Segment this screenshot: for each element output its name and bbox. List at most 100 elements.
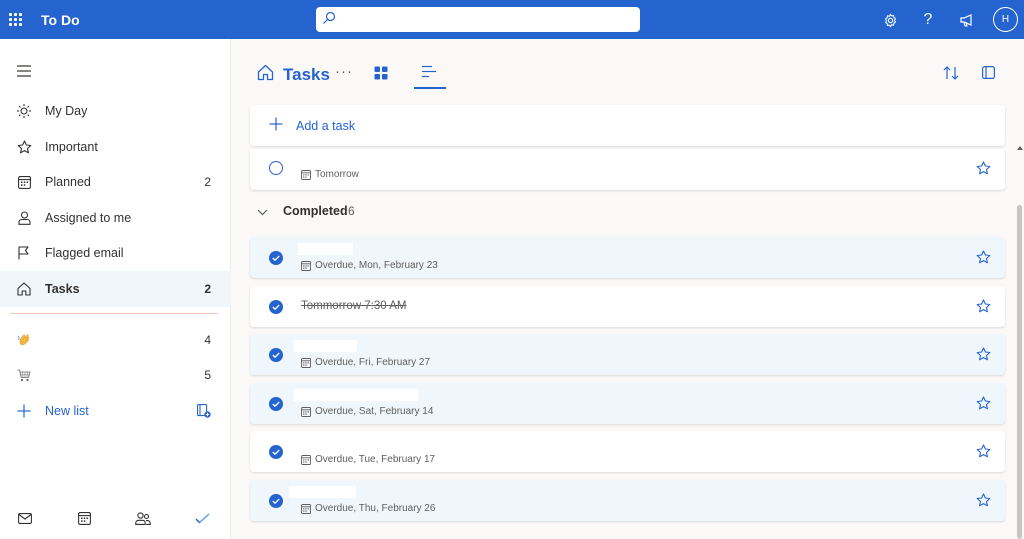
menu-icon[interactable] xyxy=(17,65,31,80)
chevron-down-icon xyxy=(257,204,268,219)
new-group-icon[interactable] xyxy=(196,403,212,419)
app-launcher-icon[interactable] xyxy=(9,13,22,26)
completed-label: Completed xyxy=(283,204,348,218)
completed-task-item[interactable]: Overdue, Tue, February 17 xyxy=(250,431,1005,472)
list-view-button[interactable] xyxy=(414,65,446,89)
sidebar-item-label: Assigned to me xyxy=(45,211,132,225)
calendar-icon xyxy=(16,174,32,190)
calendar-icon xyxy=(301,503,311,514)
star-icon[interactable] xyxy=(976,299,991,316)
calendar-app-icon[interactable] xyxy=(76,510,92,526)
completed-task-item[interactable]: Overdue, Thu, February 26 xyxy=(250,480,1005,521)
sidebar-item-count: 4 xyxy=(204,333,211,347)
star-icon[interactable] xyxy=(976,347,991,364)
star-icon[interactable] xyxy=(976,161,991,178)
home-icon xyxy=(257,64,274,84)
sidebar-item-count: 2 xyxy=(204,175,211,189)
task-due: Tomorrow xyxy=(301,169,359,180)
sidebar-item-count: 2 xyxy=(204,282,211,296)
sidebar-footer xyxy=(0,497,231,539)
app-title[interactable]: To Do xyxy=(41,12,80,28)
task-title xyxy=(298,243,353,255)
sidebar-item-label: Tasks xyxy=(45,282,80,296)
search-input[interactable] xyxy=(340,10,630,29)
add-task-placeholder: Add a task xyxy=(296,119,356,133)
avatar[interactable]: H xyxy=(993,7,1018,32)
task-due-text: Overdue, Sat, February 14 xyxy=(315,406,434,417)
details-pane-icon[interactable] xyxy=(982,66,996,82)
checked-checkbox-icon[interactable] xyxy=(269,251,283,265)
task-item[interactable]: Tomorrow xyxy=(250,149,1005,190)
sidebar-item-label: Important xyxy=(45,140,98,154)
task-due-text: Overdue, Thu, February 26 xyxy=(315,503,436,514)
plus-icon xyxy=(269,117,283,134)
help-icon[interactable]: ? xyxy=(918,10,938,30)
completed-task-item[interactable]: Overdue, Mon, February 23 xyxy=(250,237,1005,278)
calendar-icon xyxy=(301,406,311,417)
sidebar-item-tasks[interactable]: Tasks 2 xyxy=(0,271,231,307)
scroll-up-arrow-icon[interactable] xyxy=(1017,146,1023,150)
add-task-input[interactable]: Add a task xyxy=(250,105,1005,146)
new-list-label: New list xyxy=(45,404,89,418)
scrollbar-thumb[interactable] xyxy=(1017,205,1022,539)
sidebar-item-important[interactable]: Important xyxy=(0,129,231,165)
completed-task-item[interactable]: Tommorrow 7:30 AM xyxy=(250,286,1005,327)
new-list-button[interactable]: New list xyxy=(0,393,231,429)
completed-task-item[interactable]: Overdue, Sat, February 14 xyxy=(250,383,1005,424)
people-icon[interactable] xyxy=(135,510,151,526)
task-due-text: Overdue, Fri, February 27 xyxy=(315,357,431,368)
task-due: Overdue, Mon, February 23 xyxy=(301,260,438,271)
person-icon xyxy=(16,210,32,226)
task-title xyxy=(289,486,356,498)
megaphone-icon[interactable] xyxy=(957,10,977,30)
list-view-icon xyxy=(422,65,436,78)
plus-icon xyxy=(16,403,32,419)
task-title xyxy=(294,340,357,352)
sidebar-item-planned[interactable]: Planned 2 xyxy=(0,164,231,200)
mail-icon[interactable] xyxy=(17,510,33,526)
task-due: Overdue, Sat, February 14 xyxy=(301,406,433,417)
checked-checkbox-icon[interactable] xyxy=(269,494,283,508)
completed-task-item[interactable]: Overdue, Fri, February 27 xyxy=(250,334,1005,375)
calendar-icon xyxy=(301,454,311,465)
task-due-text: Overdue, Mon, February 23 xyxy=(315,260,438,271)
sidebar-item-label: Flagged email xyxy=(45,246,124,260)
search-box[interactable] xyxy=(316,7,640,32)
completed-count: 6 xyxy=(348,204,355,218)
top-bar: To Do ? H xyxy=(0,0,1024,39)
sidebar: My Day Important Planned 2 Assigned to m… xyxy=(0,39,231,539)
shopping-cart-emoji-icon xyxy=(16,367,32,383)
star-icon[interactable] xyxy=(976,493,991,510)
calendar-icon xyxy=(301,169,311,180)
task-due-text: Tomorrow xyxy=(315,169,359,180)
star-icon[interactable] xyxy=(976,444,991,461)
task-checkbox[interactable] xyxy=(269,161,283,175)
sidebar-item-label: Planned xyxy=(45,175,91,189)
checked-checkbox-icon[interactable] xyxy=(269,445,283,459)
sidebar-item-flagged-email[interactable]: Flagged email xyxy=(0,235,231,271)
star-icon[interactable] xyxy=(976,396,991,413)
search-icon xyxy=(323,11,336,24)
main-content: Tasks ··· Add a task Tomorrow Completed … xyxy=(231,39,1024,539)
sidebar-item-my-day[interactable]: My Day xyxy=(0,93,231,129)
sidebar-item-list-cart[interactable]: 5 xyxy=(0,357,231,393)
settings-gear-icon[interactable] xyxy=(880,10,900,30)
sidebar-divider xyxy=(10,313,218,314)
flag-icon xyxy=(16,245,32,261)
more-options-button[interactable]: ··· xyxy=(335,63,353,80)
grid-view-icon[interactable] xyxy=(374,66,388,83)
waving-hand-emoji-icon xyxy=(16,332,32,348)
checked-checkbox-icon[interactable] xyxy=(269,348,283,362)
todo-check-icon[interactable] xyxy=(194,510,210,526)
sidebar-item-assigned-to-me[interactable]: Assigned to me xyxy=(0,200,231,236)
checked-checkbox-icon[interactable] xyxy=(269,397,283,411)
sun-icon xyxy=(16,103,32,119)
task-due-text: Overdue, Tue, February 17 xyxy=(315,454,436,465)
checked-checkbox-icon[interactable] xyxy=(269,300,283,314)
task-title xyxy=(294,389,418,401)
sidebar-item-count: 5 xyxy=(204,368,211,382)
star-icon[interactable] xyxy=(976,250,991,267)
sidebar-item-list-hand[interactable]: 4 xyxy=(0,322,231,358)
active-view-underline xyxy=(414,87,446,89)
sort-icon[interactable] xyxy=(943,66,959,83)
